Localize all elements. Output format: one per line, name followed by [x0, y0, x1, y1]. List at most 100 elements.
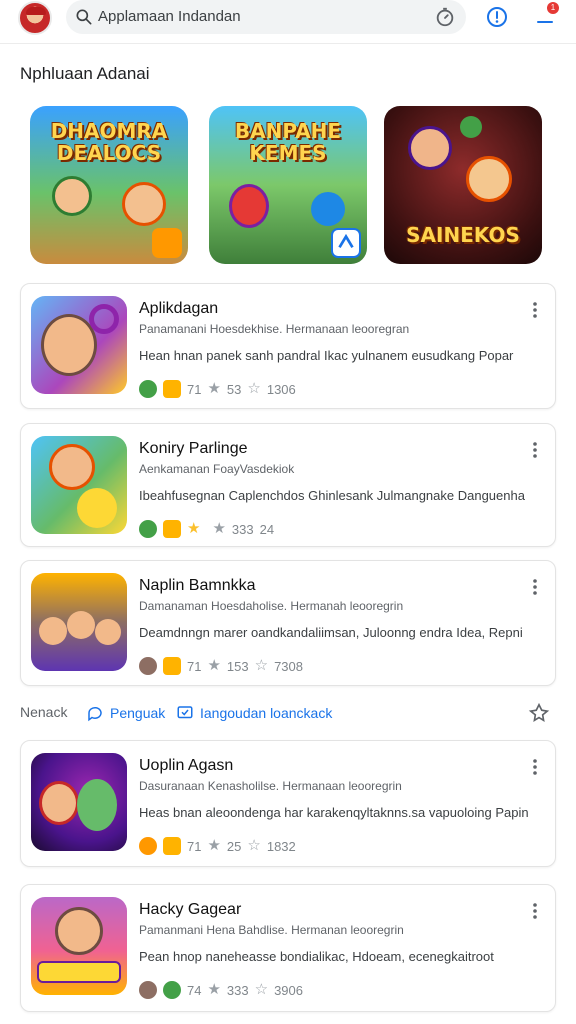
download-icon [139, 520, 157, 538]
badge-icon [163, 380, 181, 398]
app-description: Ibeahfusegnan Caplenchdos Ghinlesank Jul… [139, 488, 525, 503]
app-subtitle: Dasuranaan Kenasholilse. Hermanaan leoor… [139, 779, 402, 793]
pin-icon[interactable] [528, 702, 550, 724]
app-stat: 333 [226, 982, 249, 998]
app-meta: 74 ★ 333 ☆ 3906 [139, 979, 303, 1001]
app-card[interactable]: Uoplin Agasn Dasuranaan Kenasholilse. He… [20, 740, 556, 867]
character-figure [122, 182, 166, 226]
app-icon [31, 753, 127, 851]
app-stat: 1832 [266, 838, 296, 854]
download-icon [139, 837, 157, 855]
message-icon [177, 706, 193, 719]
app-subtitle: Aenkamanan FoayVasdekiok [139, 462, 295, 476]
app-rating: 71 [187, 381, 202, 397]
app-rating: 71 [187, 658, 202, 674]
app-title: Hacky Gagear [139, 901, 242, 918]
star-icon: ★ [212, 520, 226, 537]
search-bar[interactable]: Applamaan Indandan [66, 0, 466, 34]
character-figure [408, 126, 452, 170]
app-title: Naplin Bamnkka [139, 577, 256, 594]
app-stat: 1306 [266, 381, 296, 397]
tile-badge-icon [331, 228, 361, 258]
app-icon [31, 296, 127, 394]
app-card[interactable]: Koniry Parlinge Aenkamanan FoayVasdekiok… [20, 423, 556, 547]
star-icon: ★ [207, 981, 221, 998]
download-icon [139, 657, 157, 675]
more-options-icon[interactable] [527, 757, 543, 777]
app-icon [31, 897, 127, 995]
app-stat: 24 [259, 521, 275, 537]
badge-icon [163, 657, 181, 675]
featured-title: BANPAHE KEMES [234, 119, 342, 165]
filter-chip-label: Penguak [110, 705, 166, 721]
more-options-icon[interactable] [527, 901, 543, 921]
tile-badge-icon [152, 228, 182, 258]
character-figure [311, 192, 345, 226]
app-meta: 71 ★ 25 ☆ 1832 [139, 835, 296, 857]
star-outline-icon: ☆ [254, 981, 269, 998]
filter-label: Nenack [20, 704, 68, 720]
app-title: Aplikdagan [139, 300, 219, 317]
star-outline-icon: ☆ [247, 380, 261, 397]
star-outline-icon: ☆ [254, 657, 269, 674]
character-figure [229, 184, 269, 228]
app-description: Hean hnan panek sanh pandral Ikac yulnan… [139, 348, 514, 363]
badge-icon [163, 981, 181, 999]
featured-tile-3[interactable]: SAINEKOS [384, 106, 542, 264]
app-stat: 7308 [274, 658, 303, 674]
app-card[interactable]: Hacky Gagear Pamanmani Hena Bahdlise. He… [20, 884, 556, 1012]
search-input[interactable]: Applamaan Indandan [98, 8, 241, 25]
gem-shape [460, 116, 482, 138]
featured-tile-1[interactable]: DHAOMRA DEALOCS [30, 106, 188, 264]
app-subtitle: Panamanani Hoesdekhise. Hermanaan leoore… [139, 322, 410, 336]
section-title: Nphluaan Adanai [20, 64, 150, 83]
app-rating: 71 [187, 838, 202, 854]
app-description: Pean hnop naneheasse bondialikac, Hdoeam… [139, 949, 494, 964]
more-options-icon[interactable] [527, 440, 543, 460]
download-icon [139, 380, 157, 398]
app-meta: 71 ★ 53 ☆ 1306 [139, 378, 296, 400]
info-icon[interactable] [485, 5, 509, 29]
app-stat: 153 [226, 658, 249, 674]
badge-icon [163, 837, 181, 855]
character-figure [52, 176, 92, 216]
app-subtitle: Damanaman Hoesdaholise. Hermanah leooreg… [139, 599, 404, 613]
character-figure [466, 156, 512, 202]
featured-title: SAINEKOS [406, 223, 520, 247]
featured-tile-2[interactable]: BANPAHE KEMES [209, 106, 367, 264]
top-bar: Applamaan Indandan 1 [0, 0, 576, 44]
more-options-icon[interactable] [527, 300, 543, 320]
star-icon: ★ [187, 520, 201, 537]
app-description: Heas bnan aleoondenga har karakenqyltakn… [139, 805, 529, 820]
star-icon: ★ [207, 837, 221, 854]
app-title: Uoplin Agasn [139, 757, 234, 774]
more-options-icon[interactable] [527, 577, 543, 597]
user-avatar[interactable] [18, 1, 52, 35]
app-meta: ★ ★ 333 24 [139, 518, 274, 540]
app-stat: 3906 [274, 982, 303, 998]
app-meta: 71 ★ 153 ☆ 7308 [139, 655, 303, 677]
filter-chip-label: Iangoudan loanckack [200, 705, 333, 721]
app-card[interactable]: Aplikdagan Panamanani Hoesdekhise. Herma… [20, 283, 556, 409]
app-stat: 25 [226, 838, 242, 854]
featured-title: DHAOMRA DEALOCS [50, 119, 168, 165]
star-outline-icon: ☆ [247, 837, 261, 854]
timer-icon[interactable] [434, 6, 456, 28]
star-icon: ★ [207, 380, 221, 397]
notification-badge: 1 [547, 2, 559, 14]
filter-row: Nenack Penguak Iangoudan loanckack [20, 700, 556, 726]
filter-chip-comment[interactable]: Penguak [86, 702, 165, 724]
app-card[interactable]: Naplin Bamnkka Damanaman Hoesdaholise. H… [20, 560, 556, 686]
app-subtitle: Pamanmani Hena Bahdlise. Hermanan leoore… [139, 923, 404, 937]
app-stat: 53 [226, 381, 242, 397]
search-icon [76, 9, 92, 25]
app-icon [31, 573, 127, 671]
app-stat: 333 [231, 521, 254, 537]
download-icon [139, 981, 157, 999]
comment-icon [88, 706, 102, 722]
app-icon [31, 436, 127, 534]
star-icon: ★ [207, 657, 221, 674]
badge-icon [163, 520, 181, 538]
filter-chip-message[interactable]: Iangoudan loanckack [176, 702, 332, 724]
app-title: Koniry Parlinge [139, 440, 248, 457]
